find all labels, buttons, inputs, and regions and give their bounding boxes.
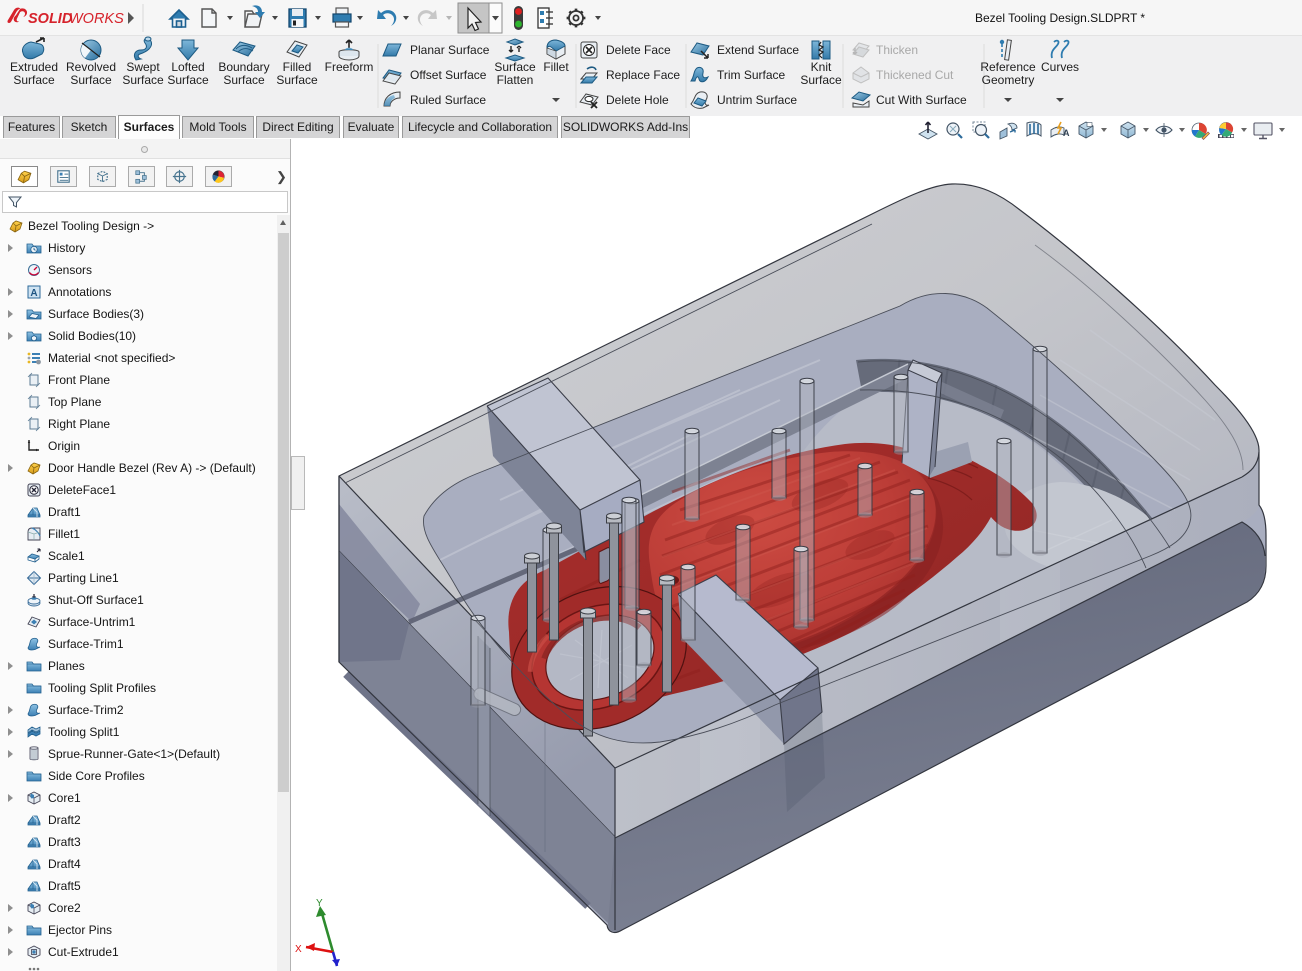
svg-text:Y: Y [316,898,323,909]
svg-text:WORKS: WORKS [69,11,124,27]
svg-text:X: X [295,944,302,955]
svg-text:A: A [1063,128,1070,138]
svg-text:SOLID: SOLID [28,11,73,27]
